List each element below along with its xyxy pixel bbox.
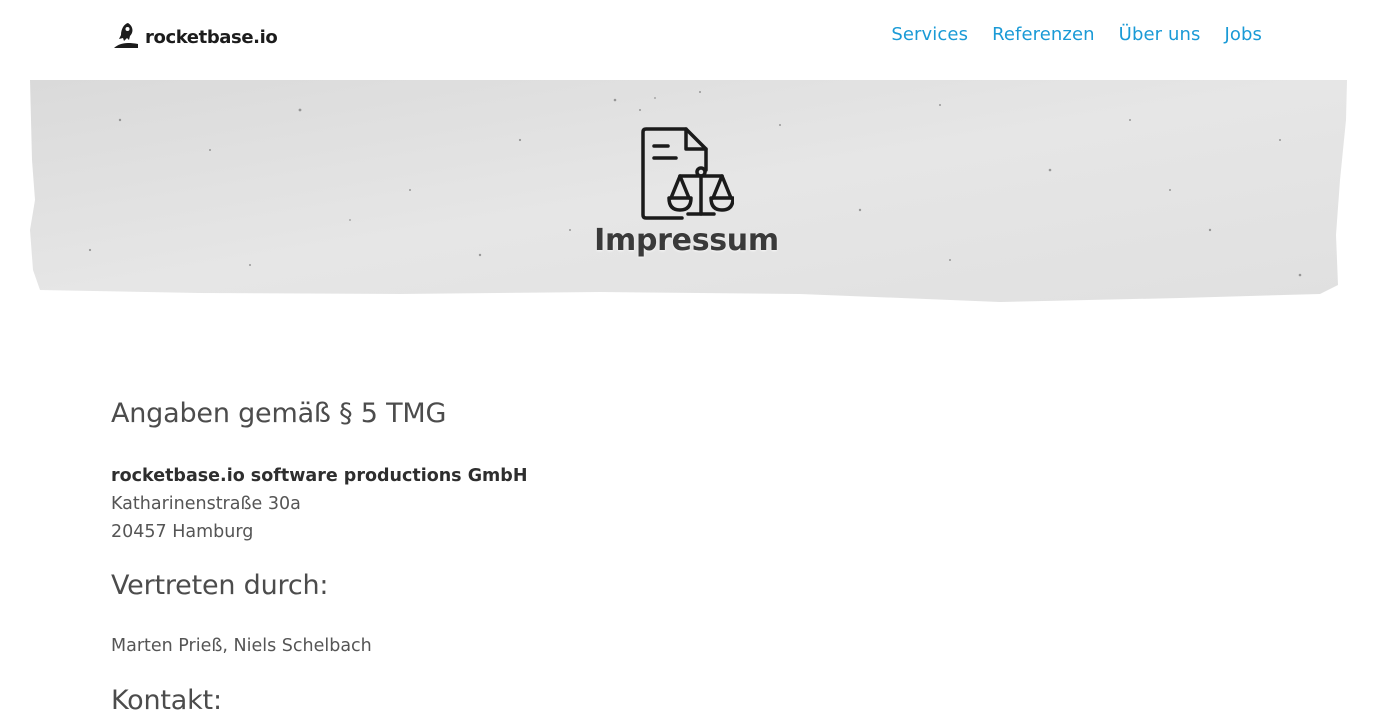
rocket-icon [114, 23, 138, 48]
nav-referenzen[interactable]: Referenzen [992, 24, 1095, 45]
logo-link[interactable]: rocketbase.io [111, 20, 278, 52]
heading-kontakt: Kontakt: [111, 685, 222, 716]
page-title: Impressum [594, 223, 779, 258]
heading-vertreten: Vertreten durch: [111, 570, 329, 601]
nav-ueber-uns[interactable]: Über uns [1119, 24, 1201, 45]
nav-services[interactable]: Services [891, 24, 968, 45]
main-nav: Services Referenzen Über uns Jobs [891, 24, 1262, 45]
address-street: Katharinenstraße 30a [111, 494, 301, 514]
hero-banner: Impressum [0, 80, 1373, 310]
logo-text: rocketbase.io [145, 26, 278, 48]
representatives: Marten Prieß, Niels Schelbach [111, 636, 372, 656]
page: rocketbase.io Services Referenzen Über u… [0, 0, 1373, 717]
heading-angaben: Angaben gemäß § 5 TMG [111, 398, 447, 429]
address-city: 20457 Hamburg [111, 522, 254, 542]
company-name: rocketbase.io software productions GmbH [111, 466, 528, 486]
legal-document-scales-icon [641, 127, 734, 220]
site-header: rocketbase.io Services Referenzen Über u… [0, 0, 1373, 72]
nav-jobs[interactable]: Jobs [1224, 24, 1262, 45]
